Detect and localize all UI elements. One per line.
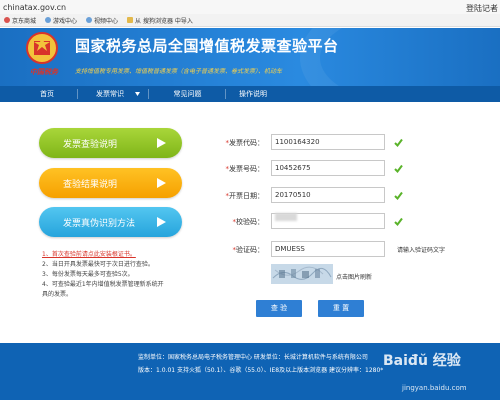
emblem-text: 中国税务 — [30, 67, 58, 76]
main-nav: 首页 发票常识 常见问题 操作说明 — [0, 86, 500, 102]
notice-item: 具的发票。 — [42, 291, 73, 298]
captcha-image[interactable] — [271, 264, 333, 284]
chevron-down-icon — [135, 92, 140, 96]
invoice-number-input[interactable]: 10452675 — [271, 160, 385, 176]
check-icon — [394, 164, 403, 173]
arrow-right-icon — [157, 178, 166, 188]
notice-item: 4、可查验最近1年内增值税发票管理新系统开 — [42, 281, 164, 288]
video-icon — [86, 17, 93, 23]
check-icon — [394, 191, 403, 200]
invoice-guide-button[interactable]: 发票查验说明 — [39, 128, 182, 158]
nav-faq[interactable]: 常见问题 — [155, 86, 220, 102]
site-subtitle: 支持增值税专用发票、增值税普通发票（含电子普通发票、卷式发票）、机动车 — [75, 68, 283, 75]
submit-button[interactable]: 查 验 — [256, 300, 302, 317]
reset-button[interactable]: 重 置 — [318, 300, 364, 317]
game-icon — [45, 17, 52, 23]
header-banner: 中国税务 国家税务总局全国增值税发票查验平台 支持增值税专用发票、增值税普通发票… — [0, 28, 500, 86]
notice-list: 1、首次查验前请点此安装根证书。 2、当日开具发票最快可于次日进行查验。 3、每… — [42, 250, 202, 300]
issue-date-label: *开票日期： — [225, 192, 265, 200]
nav-invoice-knowledge[interactable]: 发票常识 — [80, 86, 140, 102]
folder-icon — [127, 17, 134, 23]
captcha-hint: 请输入验证码文字 — [397, 247, 446, 254]
result-guide-button[interactable]: 查验结果说明 — [39, 168, 182, 198]
notice-item-cert[interactable]: 1、首次查验前请点此安装根证书。 — [42, 250, 202, 260]
check-icon — [394, 138, 403, 147]
notice-item: 2、当日开具发票最快可于次日进行查验。 — [42, 261, 154, 268]
check-code-label: *校验码： — [232, 218, 265, 226]
check-icon — [394, 217, 403, 226]
notice-item: 3、每份发票每天最多可查验5次。 — [42, 271, 134, 278]
nav-home[interactable]: 首页 — [22, 86, 72, 102]
captcha-label: *验证码： — [232, 246, 265, 254]
watermark-brand: Baiđŭ 经验 — [383, 353, 461, 369]
bookmark-jd[interactable]: 京东商城 — [4, 16, 36, 25]
url-text: chinatax.gov.cn — [3, 3, 67, 12]
site-title: 国家税务总局全国增值税发票查验平台 — [75, 37, 339, 55]
address-bar[interactable]: chinatax.gov.cn 登陆记者 — [0, 0, 500, 14]
authenticity-guide-button[interactable]: 发票真伪识别方法 — [39, 207, 182, 237]
redacted-value — [275, 213, 297, 221]
watermark-url: jingyan.baidu.com — [402, 384, 467, 392]
authenticity-guide-label: 发票真伪识别方法 — [63, 218, 136, 229]
bookmarks-bar: 京东商城 游戏中心 视频中心 从 搜狗浏览器 中导入 — [0, 14, 500, 27]
invoice-number-label: *发票号码： — [225, 165, 265, 173]
refresh-captcha-link[interactable]: 点击图片刷新 — [336, 272, 372, 281]
captcha-input[interactable]: DMUESS — [271, 241, 385, 257]
nav-instructions[interactable]: 操作说明 — [228, 86, 278, 102]
arrow-right-icon — [157, 217, 166, 227]
bookmark-video[interactable]: 视频中心 — [86, 16, 118, 25]
bookmark-games[interactable]: 游戏中心 — [45, 16, 77, 25]
jd-icon — [4, 17, 10, 23]
invoice-code-input[interactable]: 1100164320 — [271, 134, 385, 150]
invoice-code-label: *发票代码： — [225, 139, 265, 147]
footer-version: 版本：1.0.01 支持火狐（50.1）、谷歌（55.0）、IE8及以上版本浏览… — [138, 367, 384, 374]
invoice-guide-label: 发票查验说明 — [63, 139, 118, 150]
issue-date-input[interactable]: 20170510 — [271, 187, 385, 203]
top-right-link[interactable]: 登陆记者 — [466, 3, 498, 14]
nav-divider — [225, 89, 226, 99]
nav-divider — [148, 89, 149, 99]
bookmark-import[interactable]: 从 搜狗浏览器 中导入 — [127, 16, 193, 25]
nav-divider — [77, 89, 78, 99]
footer-credits: 监制单位：国家税务总局电子税务管理中心 研发单位：长城计算机软件与系统有限公司 — [138, 354, 368, 361]
arrow-right-icon — [157, 138, 166, 148]
result-guide-label: 查验结果说明 — [63, 179, 118, 190]
tax-emblem-icon — [26, 32, 58, 64]
